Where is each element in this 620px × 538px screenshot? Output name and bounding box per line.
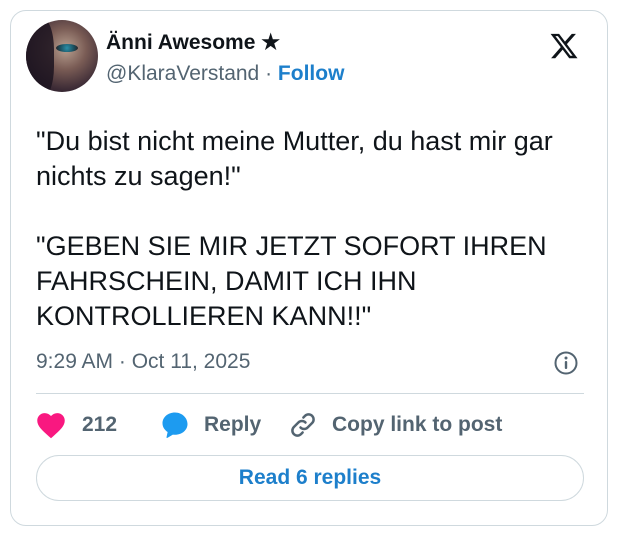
reply-bubble-icon bbox=[162, 412, 188, 438]
avatar[interactable] bbox=[26, 20, 98, 92]
heart-icon bbox=[37, 413, 65, 439]
reply-button[interactable]: Reply bbox=[160, 408, 261, 442]
post-timestamp[interactable]: 9:29 AM · Oct 11, 2025 bbox=[36, 350, 250, 374]
like-count: 212 bbox=[82, 413, 118, 436]
info-icon[interactable] bbox=[553, 350, 579, 376]
divider bbox=[36, 393, 584, 394]
avatar-hair bbox=[26, 20, 54, 92]
copy-link-button[interactable]: Copy link to post bbox=[288, 408, 502, 442]
x-logo-icon[interactable] bbox=[549, 31, 579, 61]
like-button[interactable]: 212 bbox=[36, 408, 117, 442]
post-paragraph-1: "Du bist nicht meine Mutter, du hast mir… bbox=[36, 126, 553, 191]
user-handle[interactable]: @KlaraVerstand bbox=[106, 62, 259, 85]
follow-button[interactable]: Follow bbox=[278, 62, 345, 85]
reply-label: Reply bbox=[204, 413, 262, 436]
handle-row: @KlaraVerstand · Follow bbox=[106, 62, 344, 86]
handle-separator: · bbox=[265, 62, 273, 85]
action-bar: 212 Reply Copy link to post bbox=[36, 408, 584, 442]
post-text: "Du bist nicht meine Mutter, du hast mir… bbox=[36, 124, 586, 334]
post-paragraph-2: "GEBEN SIE MIR JETZT SOFORT IHREN FAHRSC… bbox=[36, 231, 547, 331]
copy-link-label: Copy link to post bbox=[332, 413, 503, 436]
display-name[interactable]: Änni Awesome ★ bbox=[106, 30, 280, 55]
avatar-eye bbox=[56, 44, 78, 52]
read-replies-button[interactable]: Read 6 replies bbox=[36, 455, 584, 501]
read-replies-label: Read 6 replies bbox=[238, 466, 382, 489]
link-icon bbox=[291, 413, 315, 437]
